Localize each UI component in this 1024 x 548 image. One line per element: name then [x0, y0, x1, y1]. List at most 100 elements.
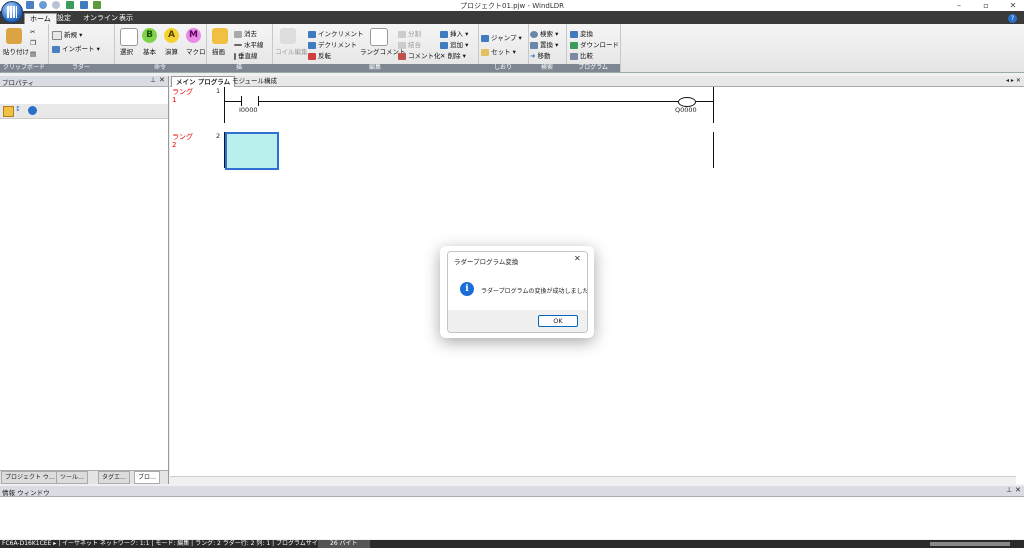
erase-button[interactable]: 消去	[234, 28, 257, 38]
rung-index-2: 2	[172, 141, 177, 149]
convert-label: 変換	[580, 30, 593, 38]
draw-button[interactable]: 描画	[212, 46, 225, 56]
ok-button[interactable]: OK	[538, 315, 578, 327]
new-button[interactable]: 新規 ▾	[52, 29, 82, 40]
split-button[interactable]: 分割	[398, 28, 421, 38]
group-label-instructions: 命令	[114, 64, 206, 72]
properties-header: プロパティ ⊥ ✕	[0, 76, 168, 87]
horizontal-line-icon	[234, 44, 242, 46]
move-button[interactable]: ➜ 移動	[530, 50, 551, 60]
coil-operand[interactable]: Q0000	[675, 106, 697, 114]
comment-out-button[interactable]: コメント化	[398, 50, 441, 60]
close-button[interactable]: ✕	[1004, 0, 1022, 11]
tab-module-config[interactable]: モジュール構成	[228, 76, 281, 86]
selection-cursor[interactable]	[225, 132, 279, 170]
decrement-button[interactable]: デクリメント	[308, 39, 357, 49]
convert-button[interactable]: 変換	[570, 28, 593, 38]
decrement-label: デクリメント	[318, 41, 357, 49]
status-text: FC6A-D16K1CEE ▸ | イーサネット ネットワーク: 1:1 | モ…	[2, 540, 326, 547]
compare-button[interactable]: 比較	[570, 50, 593, 60]
group-bookmark: ジャンプ ▾ セット ▾ しおり	[478, 24, 529, 72]
tab-settings[interactable]: 設定	[52, 13, 76, 24]
contact-operand[interactable]: I0000	[239, 106, 257, 114]
copy-icon[interactable]: ❐	[30, 39, 36, 47]
macro-button[interactable]: マクロ	[186, 46, 206, 56]
window-title: プロジェクト01.pjw - WindLDR	[460, 2, 564, 10]
join-button[interactable]: 結合	[398, 39, 421, 49]
tab-tag-editor[interactable]: タグエ…	[98, 471, 131, 484]
message-dialog: ラダープログラム変換 ✕ i ラダープログラムの変換が成功しました。 OK	[447, 251, 588, 333]
search-button[interactable]: 検索 ▾	[530, 28, 558, 38]
delete-button[interactable]: ✕ 削除 ▾	[440, 50, 466, 60]
tab-scroll-arrows[interactable]: ◂ ▸ ✕	[1006, 77, 1021, 84]
dialog-close-icon[interactable]: ✕	[574, 254, 581, 263]
group-label-bookmark: しおり	[478, 64, 528, 72]
set-bookmark-button[interactable]: セット ▾	[481, 46, 516, 56]
import-button[interactable]: インポート ▾	[52, 43, 100, 53]
group-label-ladder: ラダー	[48, 64, 114, 72]
tab-project-window[interactable]: プロジェクト ウ…	[1, 471, 59, 484]
select-button[interactable]: 選択	[120, 46, 133, 56]
coil-edit-button[interactable]: コイル編集	[275, 46, 308, 56]
application-menu-button[interactable]	[1, 1, 23, 23]
group-label-search: 検索	[528, 64, 566, 72]
rung-index-1: 1	[172, 96, 177, 104]
sort-alpha-icon[interactable]: ↕	[15, 105, 21, 113]
comment-out-icon	[398, 52, 406, 60]
increment-icon	[308, 30, 316, 38]
panel-close-icon[interactable]: ✕	[159, 76, 165, 84]
info-close-icon[interactable]: ✕	[1015, 486, 1021, 494]
import-label: インポート	[62, 45, 95, 53]
tab-tools[interactable]: ツール…	[56, 471, 89, 484]
tab-blocks[interactable]: ブロ…	[134, 471, 161, 484]
increment-button[interactable]: インクリメント	[308, 28, 364, 38]
invert-button[interactable]: 反転	[308, 50, 331, 60]
horizontal-line-button[interactable]: 水平線	[234, 39, 264, 49]
maximize-button[interactable]: ▫	[977, 0, 995, 11]
split-icon	[398, 30, 406, 38]
property-pages-icon[interactable]	[28, 106, 37, 115]
move-label: 移動	[537, 52, 551, 60]
replace-icon	[530, 41, 538, 49]
help-icon[interactable]: ?	[1008, 14, 1017, 23]
add-label: 追加	[450, 41, 463, 49]
cut-icon[interactable]: ✂	[30, 28, 35, 36]
replace-button[interactable]: 置換 ▾	[530, 39, 558, 49]
paste-button[interactable]: 貼り付け	[3, 46, 29, 56]
add-icon	[440, 41, 448, 49]
group-program: 変換 ダウンロード 比較 プログラム	[566, 24, 621, 72]
format-icon[interactable]: ▤	[30, 50, 36, 58]
advanced-button[interactable]: 演算	[165, 46, 178, 56]
download-program-icon	[570, 41, 578, 49]
pin-icon[interactable]: ⊥	[150, 76, 156, 84]
decrement-icon	[308, 41, 316, 49]
vertical-label: 垂直線	[238, 52, 258, 60]
insert-button[interactable]: 挿入 ▾	[440, 28, 468, 38]
properties-panel	[0, 76, 169, 484]
basic-button[interactable]: 基本	[143, 46, 156, 56]
jump-button[interactable]: ジャンプ ▾	[481, 32, 522, 42]
dialog-title: ラダープログラム変換	[454, 258, 519, 266]
ladder-editor[interactable]	[170, 87, 1024, 484]
replace-label: 置換	[540, 41, 553, 49]
increment-label: インクリメント	[318, 30, 364, 38]
info-window-body	[0, 497, 1024, 539]
right-power-rail	[713, 87, 714, 123]
new-file-icon	[52, 30, 62, 40]
minimize-button[interactable]: –	[950, 0, 968, 11]
advanced-instruction-icon: A	[164, 28, 179, 43]
status-bar: FC6A-D16K1CEE ▸ | イーサネット ネットワーク: 1:1 | モ…	[0, 540, 1024, 548]
info-pin-icon[interactable]: ⊥	[1006, 486, 1012, 494]
tab-main-program[interactable]: メイン プログラム	[171, 76, 236, 87]
vertical-line-button[interactable]: 垂直線	[234, 50, 258, 60]
download-button[interactable]: ダウンロード	[570, 39, 619, 49]
rung-number-2: 2	[216, 132, 221, 140]
add-button[interactable]: 追加 ▾	[440, 39, 468, 49]
zoom-slider[interactable]	[930, 542, 1010, 546]
split-label: 分割	[408, 30, 421, 38]
categorized-icon[interactable]	[3, 106, 14, 117]
horizontal-scrollbar[interactable]	[170, 476, 1016, 484]
compare-label: 比較	[580, 52, 593, 60]
rung-wire	[224, 101, 241, 102]
tab-view[interactable]: 表示	[114, 13, 138, 24]
